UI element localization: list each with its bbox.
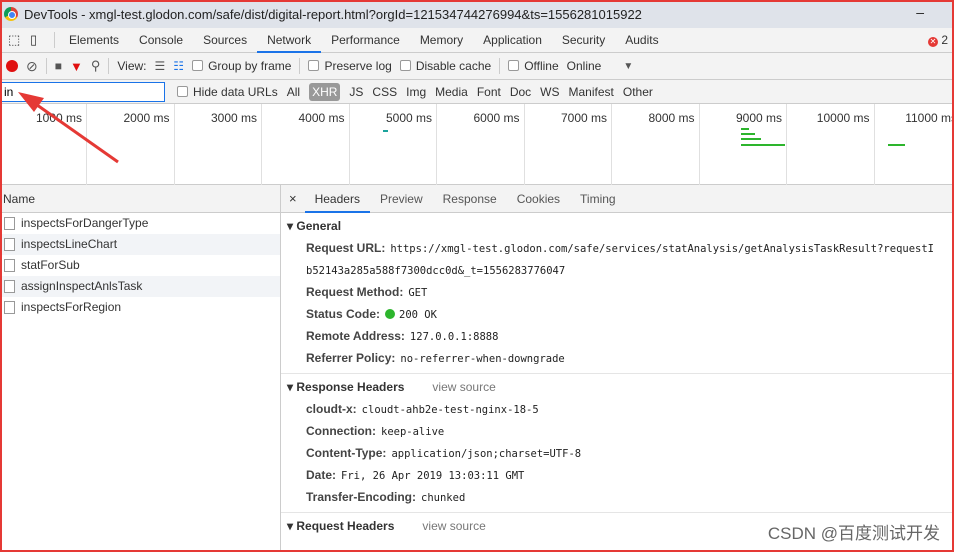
red-annotation-arrow bbox=[18, 92, 119, 164]
